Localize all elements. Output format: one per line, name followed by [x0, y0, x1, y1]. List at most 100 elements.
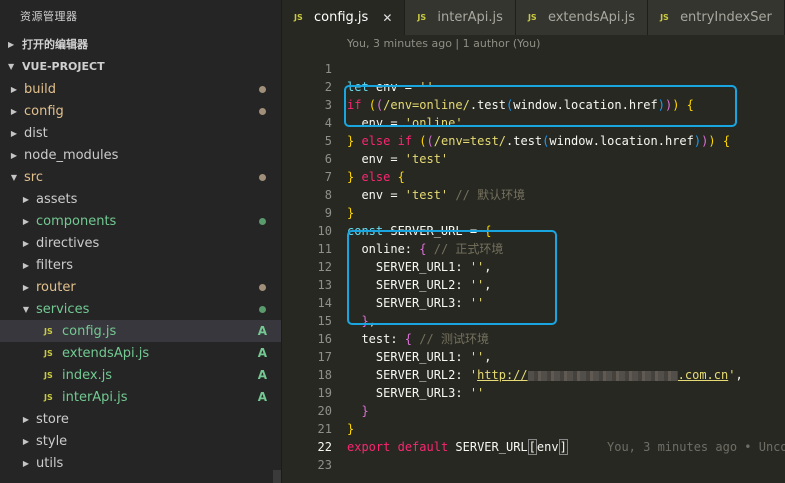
tab-label: config.js [314, 10, 369, 25]
line-number: 4 [324, 116, 332, 130]
folder-item[interactable]: ▶ utils [0, 452, 281, 474]
explorer-title: 资源管理器 [20, 10, 78, 23]
folder-item[interactable]: ▼ src [0, 166, 281, 188]
js-file-icon: JS [44, 370, 53, 380]
file-item[interactable]: JS index.js A [0, 364, 281, 386]
folder-item[interactable]: ▶ assets [0, 188, 281, 210]
chevron-right-icon: ▶ [22, 436, 30, 446]
line-number: 11 [317, 242, 332, 256]
open-editors-section[interactable]: ▶ 打开的编辑器 [0, 34, 281, 56]
text-cursor: [ [527, 439, 537, 455]
redacted-url-prefix[interactable]: http:// [477, 368, 528, 382]
file-item[interactable]: JS interApi.js A [0, 386, 281, 408]
git-status-dot [259, 305, 266, 313]
chevron-right-icon: ▶ [8, 40, 15, 49]
bracket-match: ] [558, 439, 568, 455]
folder-item[interactable]: ▶ config [0, 100, 281, 122]
line-number: 9 [324, 206, 332, 220]
chevron-down-icon: ▼ [22, 304, 30, 314]
project-label: VUE-PROJECT [22, 60, 105, 73]
editor-tab[interactable]: JS config.js ✕ [282, 0, 406, 35]
tree-item-label: router [36, 279, 76, 295]
code-line: }, [361, 314, 376, 328]
redacted-url-suffix[interactable]: .com.cn [678, 368, 729, 382]
chevron-right-icon: ▶ [10, 150, 18, 160]
chevron-right-icon: ▶ [22, 282, 30, 292]
chevron-right-icon: ▶ [22, 238, 30, 248]
codelens-author[interactable]: You, 3 minutes ago | 1 author (You) [347, 35, 540, 53]
editor-tab[interactable]: JS extendsApi.js [515, 0, 649, 35]
editor-tab[interactable]: JS entryIndexSer [648, 0, 785, 35]
js-file-icon: JS [660, 13, 669, 22]
line-number: 16 [317, 332, 332, 346]
tree-item-label: build [24, 81, 56, 97]
code-area[interactable]: let env = '' if ((/env=online/.test(wind… [347, 60, 785, 474]
code-line: SERVER_URL3: '' [347, 296, 485, 310]
chevron-right-icon: ▶ [22, 194, 30, 204]
code-line: SERVER_URL3: '' [347, 386, 485, 400]
line-number: 1 [324, 62, 332, 76]
line-number: 22 [317, 440, 332, 454]
folder-item[interactable]: ▶ build [0, 78, 281, 100]
folder-item[interactable]: ▶ style [0, 430, 281, 452]
chevron-right-icon: ▶ [22, 216, 30, 226]
open-editors-label: 打开的编辑器 [22, 38, 88, 51]
code-line: if ((/env=online/.test(window.location.h… [347, 98, 694, 112]
tree-item-label: store [36, 411, 69, 427]
app-window: 资源管理器 ▶ 打开的编辑器 ▼ VUE-PROJECT ▶ build ▶ conf… [0, 0, 785, 483]
inline-blame: You, 3 minutes ago • Unco [607, 440, 785, 454]
line-number: 6 [324, 152, 332, 166]
line-number: 15 [317, 314, 332, 328]
line-number: 10 [317, 224, 332, 238]
code-line: } [361, 404, 369, 418]
tree-item-label: utils [36, 455, 64, 471]
folder-item[interactable]: ▶ node_modules [0, 144, 281, 166]
editor-tab[interactable]: JS interApi.js [405, 0, 516, 35]
chevron-right-icon: ▶ [10, 84, 18, 94]
code-line: SERVER_URL2: '', [347, 278, 492, 292]
project-section[interactable]: ▼ VUE-PROJECT [0, 56, 281, 78]
js-file-icon: JS [44, 348, 53, 358]
line-number: 20 [317, 404, 332, 418]
tab-label: interApi.js [437, 10, 503, 25]
tab-label: extendsApi.js [547, 10, 636, 25]
git-status-dot [259, 283, 266, 291]
folder-item[interactable]: ▼ services [0, 298, 281, 320]
folder-item[interactable]: ▶ dist [0, 122, 281, 144]
git-added-badge: A [257, 368, 267, 382]
redacted-url-blur [527, 370, 678, 381]
tree-item-label: interApi.js [62, 389, 128, 405]
code-editor: JS config.js ✕ JS interApi.js JS extendsApi.js… [282, 0, 785, 483]
file-item[interactable]: JS config.js A [0, 320, 281, 342]
explorer-sidebar: 资源管理器 ▶ 打开的编辑器 ▼ VUE-PROJECT ▶ build ▶ conf… [0, 0, 282, 483]
chevron-right-icon: ▶ [22, 458, 30, 468]
folder-item[interactable]: ▶ directives [0, 232, 281, 254]
line-number: 5 [324, 134, 332, 148]
code-line: env = 'test' // 默认环境 [347, 188, 526, 202]
tree-item-label: extendsApi.js [62, 345, 150, 361]
folder-item[interactable]: ▶ components [0, 210, 281, 232]
folder-item[interactable]: ▶ filters [0, 254, 281, 276]
js-file-icon: JS [294, 13, 303, 22]
close-icon[interactable]: ✕ [382, 11, 392, 25]
tree-item-label: components [36, 213, 117, 229]
code-line: } [347, 206, 355, 220]
git-added-badge: A [257, 390, 267, 404]
code-line: let env = '' [347, 80, 434, 94]
folder-item[interactable]: ▶ router [0, 276, 281, 298]
tree-item-label: style [36, 433, 68, 449]
line-number: 21 [317, 422, 332, 436]
file-item[interactable]: JS extendsApi.js A [0, 342, 281, 364]
chevron-right-icon: ▶ [10, 128, 18, 138]
line-number: 12 [317, 260, 332, 274]
sidebar-scrollbar[interactable] [273, 470, 281, 483]
code-line: online: { // 正式环境 [347, 242, 504, 256]
code-line: SERVER_URL1: '', [347, 350, 492, 364]
line-number: 17 [317, 350, 332, 364]
git-status-dot [259, 85, 266, 93]
folder-item[interactable]: ▶ store [0, 408, 281, 430]
code-line: const SERVER_URL = { [347, 224, 492, 238]
line-number: 8 [324, 188, 332, 202]
chevron-right-icon: ▶ [22, 260, 30, 270]
